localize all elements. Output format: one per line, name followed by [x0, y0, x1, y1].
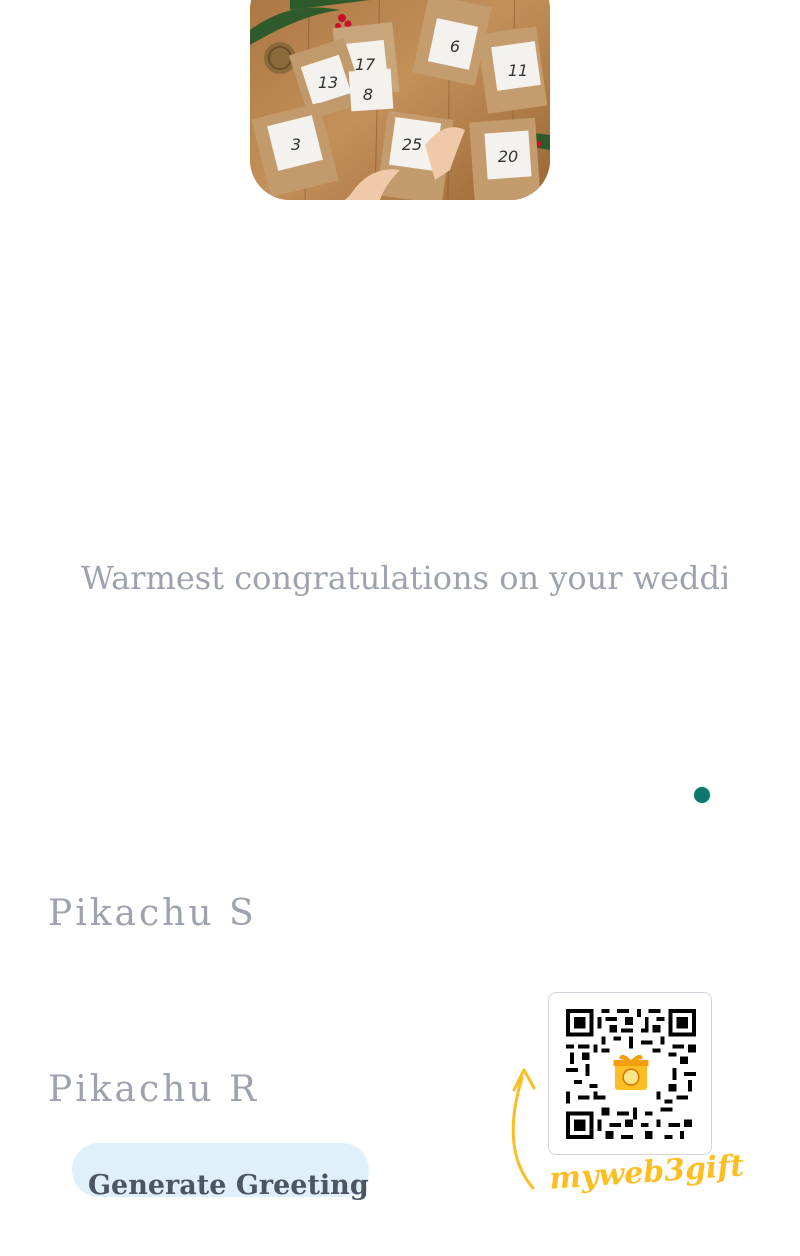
greeting-message[interactable]: Warmest congratulations on your wedding	[81, 556, 727, 600]
svg-text:20: 20	[498, 147, 518, 166]
generate-greeting-label: Generate Greeting	[88, 1170, 369, 1201]
svg-text:8: 8	[363, 85, 373, 104]
page: 17 13 8 6 11 3 25 20 Warmest congratulat…	[0, 0, 800, 1256]
curved-arrow-icon	[511, 1068, 536, 1190]
svg-text:25: 25	[402, 135, 422, 154]
qr-code-icon	[566, 1009, 696, 1139]
qr-code-card[interactable]	[548, 992, 712, 1155]
recipient-name[interactable]: Pikachu R	[48, 1068, 259, 1112]
svg-text:3: 3	[291, 135, 301, 154]
svg-text:11: 11	[508, 61, 528, 80]
sender-name[interactable]: Pikachu S	[48, 892, 257, 936]
svg-text:13: 13	[318, 73, 338, 92]
svg-text:6: 6	[450, 37, 460, 56]
hero-image: 17 13 8 6 11 3 25 20	[250, 0, 550, 200]
generate-greeting-button[interactable]: Generate Greeting	[72, 1143, 369, 1201]
status-dot-icon	[693, 786, 711, 804]
